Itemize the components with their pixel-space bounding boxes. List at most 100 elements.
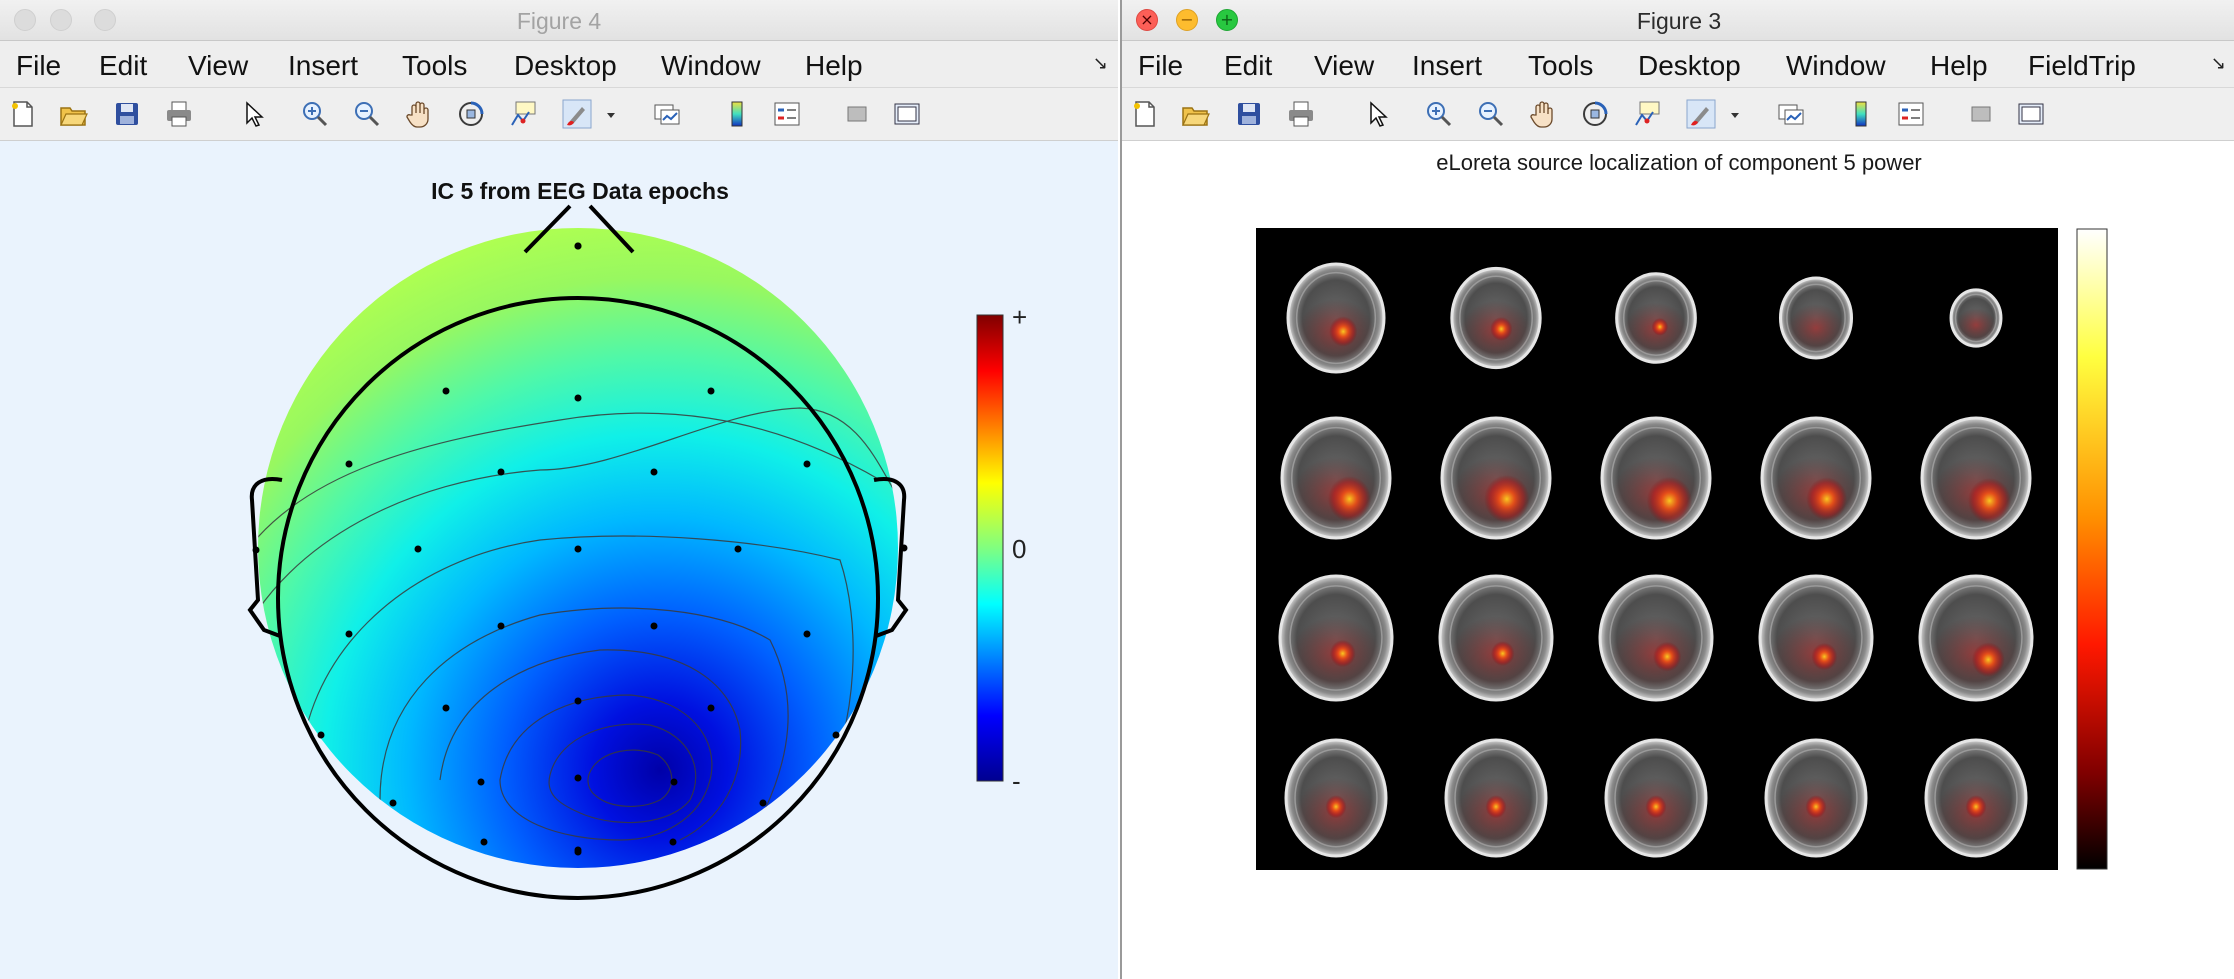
- zoom-in-icon[interactable]: [300, 99, 330, 129]
- colorbar-max-label: +: [1012, 302, 1028, 332]
- data-cursor-icon[interactable]: [1632, 99, 1662, 129]
- pointer-icon[interactable]: [1362, 99, 1392, 129]
- brain-slice: [1278, 574, 1394, 702]
- electrode-marker: [803, 460, 811, 468]
- figure3-menubar: File Edit View Insert Tools Desktop Wind…: [1122, 41, 2234, 88]
- electrode-marker: [803, 630, 811, 638]
- figure4-toolbar: [0, 88, 1118, 141]
- pan-hand-icon[interactable]: [1528, 99, 1558, 129]
- menu-file[interactable]: File: [1138, 50, 1183, 82]
- rotate-3d-icon[interactable]: [456, 99, 486, 129]
- figure4-menubar: File Edit View Insert Tools Desktop Wind…: [0, 41, 1118, 88]
- link-plot-icon[interactable]: [652, 99, 682, 129]
- data-cursor-icon[interactable]: [508, 99, 538, 129]
- electrode-marker: [497, 468, 505, 476]
- brain-slice: [1758, 574, 1874, 702]
- figure3-titlebar[interactable]: × − + Figure 3: [1122, 0, 2234, 41]
- rotate-3d-icon[interactable]: [1580, 99, 1610, 129]
- menu-window[interactable]: Window: [1786, 50, 1886, 82]
- electrode-marker: [414, 545, 422, 553]
- source-plot-title: eLoreta source localization of component…: [1436, 150, 1922, 175]
- menu-help[interactable]: Help: [1930, 50, 1988, 82]
- brain-slice: [1440, 416, 1552, 540]
- electrode-marker: [345, 460, 353, 468]
- brain-slice: [1924, 738, 2028, 858]
- zoom-out-icon[interactable]: [352, 99, 382, 129]
- electrode-marker: [574, 846, 582, 854]
- electrode-marker: [497, 622, 505, 630]
- show-plot-tools-icon[interactable]: [2016, 99, 2046, 129]
- brain-slice: [1600, 416, 1712, 540]
- brain-slice: [1760, 416, 1872, 540]
- electrode-marker: [480, 838, 488, 846]
- electrode-marker: [574, 242, 582, 250]
- colorbar-min-label: -: [1012, 766, 1021, 796]
- menu-fieldtrip[interactable]: FieldTrip: [2028, 50, 2136, 82]
- menu-insert[interactable]: Insert: [288, 50, 358, 82]
- electrode-marker: [389, 799, 397, 807]
- window-title: Figure 4: [516, 8, 602, 34]
- menu-desktop[interactable]: Desktop: [514, 50, 617, 82]
- legend-icon[interactable]: [1896, 99, 1926, 129]
- colorbar-zero-label: 0: [1012, 534, 1027, 564]
- electrode-marker: [707, 704, 715, 712]
- figure3-toolbar: [1122, 88, 2234, 141]
- menu-window[interactable]: Window: [661, 50, 761, 82]
- electrode-marker: [574, 697, 582, 705]
- pan-hand-icon[interactable]: [404, 99, 434, 129]
- colorbar-icon[interactable]: [722, 99, 752, 129]
- pointer-icon[interactable]: [238, 99, 268, 129]
- figure4-titlebar[interactable]: Figure 4: [0, 0, 1118, 41]
- link-plot-icon[interactable]: [1776, 99, 1806, 129]
- menu-edit[interactable]: Edit: [99, 50, 147, 82]
- electrode-marker: [759, 799, 767, 807]
- brush-dropdown-icon[interactable]: [604, 99, 618, 129]
- brain-slice: [1920, 416, 2032, 540]
- hide-plot-tools-icon[interactable]: [842, 99, 872, 129]
- menu-help[interactable]: Help: [805, 50, 863, 82]
- brain-slice: [1286, 262, 1386, 374]
- brain-slice: [1615, 272, 1697, 364]
- brush-icon[interactable]: [1686, 99, 1716, 129]
- brain-slice: [1778, 276, 1854, 360]
- brain-slice: [1284, 738, 1388, 858]
- menu-view[interactable]: View: [1314, 50, 1374, 82]
- save-icon[interactable]: [1234, 99, 1264, 129]
- electrode-marker: [832, 731, 840, 739]
- brain-slice: [1949, 288, 2003, 348]
- electrode-marker: [734, 545, 742, 553]
- new-figure-icon[interactable]: [1130, 99, 1160, 129]
- open-file-icon[interactable]: [58, 99, 88, 129]
- menu-edit[interactable]: Edit: [1224, 50, 1272, 82]
- electrode-marker: [670, 778, 678, 786]
- legend-icon[interactable]: [772, 99, 802, 129]
- zoom-out-icon[interactable]: [1476, 99, 1506, 129]
- hide-plot-tools-icon[interactable]: [1966, 99, 1996, 129]
- save-icon[interactable]: [112, 99, 142, 129]
- electrode-marker: [900, 544, 908, 552]
- brain-slice: [1280, 416, 1392, 540]
- brush-dropdown-icon[interactable]: [1728, 99, 1742, 129]
- dock-figure-icon[interactable]: ↘: [2211, 53, 2226, 74]
- print-icon[interactable]: [1286, 99, 1316, 129]
- source-colorbar[interactable]: [2076, 228, 2110, 870]
- scalp-topography-map[interactable]: [0, 141, 1116, 979]
- zoom-in-icon[interactable]: [1424, 99, 1454, 129]
- electrode-marker: [442, 387, 450, 395]
- mri-slice-montage[interactable]: [1256, 228, 2058, 870]
- brush-icon[interactable]: [562, 99, 592, 129]
- menu-tools[interactable]: Tools: [402, 50, 467, 82]
- menu-view[interactable]: View: [188, 50, 248, 82]
- show-plot-tools-icon[interactable]: [892, 99, 922, 129]
- new-figure-icon[interactable]: [8, 99, 38, 129]
- menu-tools[interactable]: Tools: [1528, 50, 1593, 82]
- menu-file[interactable]: File: [16, 50, 61, 82]
- menu-desktop[interactable]: Desktop: [1638, 50, 1741, 82]
- dock-figure-icon[interactable]: ↘: [1093, 53, 1108, 74]
- brain-slice: [1450, 266, 1542, 370]
- open-file-icon[interactable]: [1180, 99, 1210, 129]
- topo-colorbar[interactable]: [976, 314, 1006, 784]
- menu-insert[interactable]: Insert: [1412, 50, 1482, 82]
- print-icon[interactable]: [164, 99, 194, 129]
- colorbar-icon[interactable]: [1846, 99, 1876, 129]
